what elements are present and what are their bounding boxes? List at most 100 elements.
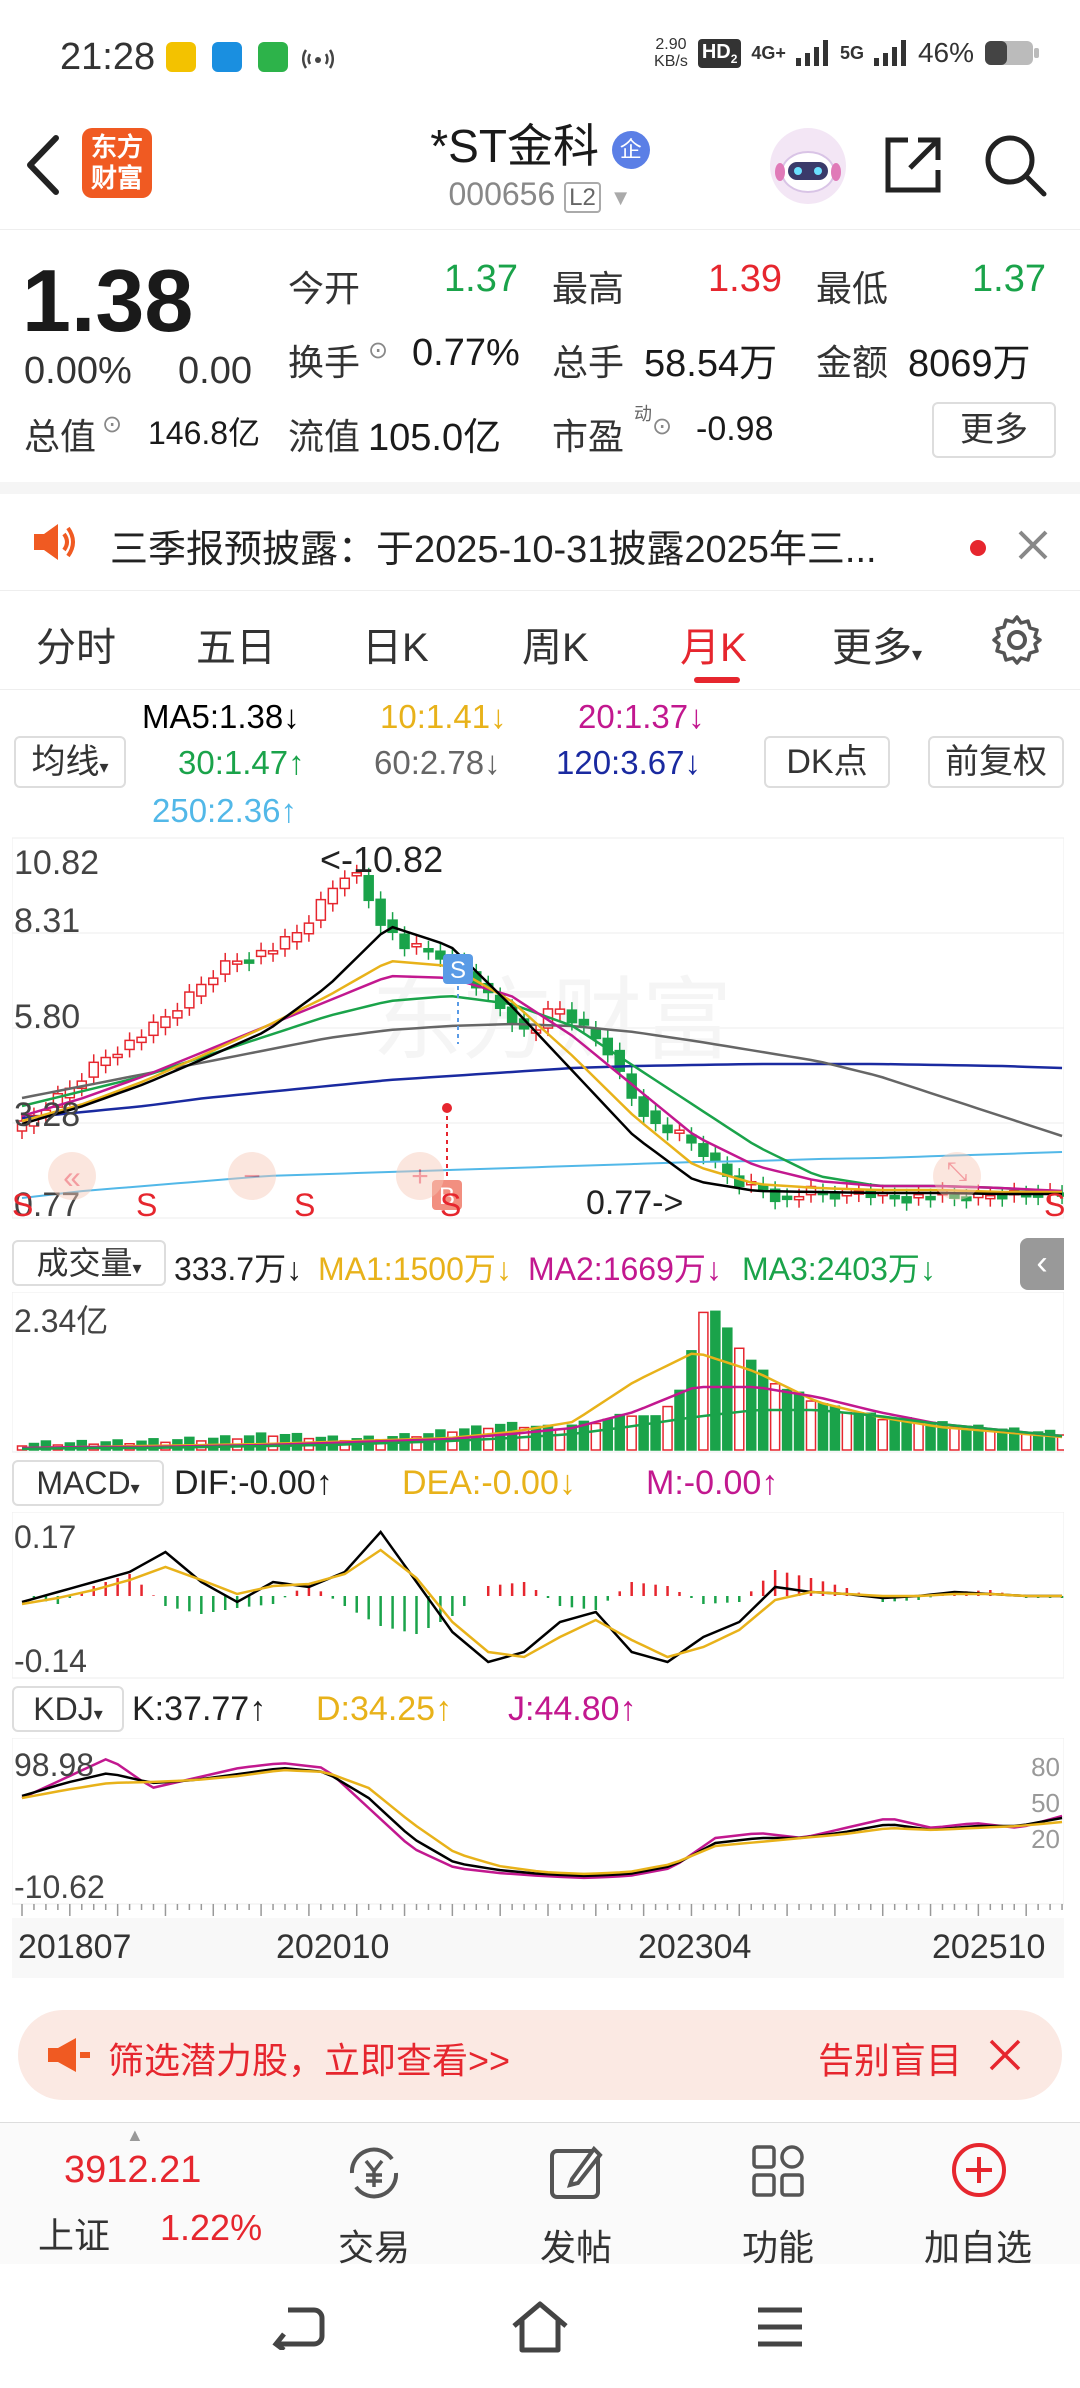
volume-bar xyxy=(889,1418,900,1451)
volume-bar xyxy=(841,1411,853,1451)
zoom-out-icon[interactable]: − xyxy=(243,1160,261,1193)
notice-text: 三季报预披露：于2025-10-31披露2025年三... xyxy=(110,529,877,571)
kdj-ref-20: 20 xyxy=(1031,1824,1060,1854)
volume-bar xyxy=(1020,1432,1032,1451)
dk-point-button[interactable]: DK点 xyxy=(764,736,890,788)
share-icon[interactable] xyxy=(880,132,946,198)
chevron-down-icon: ▾ xyxy=(912,644,923,666)
macd-dea: DEA:-0.00↓ xyxy=(402,1464,576,1502)
volume-ma3: MA3:2403万↓ xyxy=(742,1251,936,1287)
stock-header: 东方 财富 *ST金科 企 000656 L2 ▼ xyxy=(0,110,1080,230)
tab-five-day[interactable]: 五日 xyxy=(196,615,276,673)
macd-dif: DIF:-0.00↑ xyxy=(174,1464,333,1502)
candle-body xyxy=(710,1152,721,1162)
volume-bar xyxy=(590,1422,602,1451)
collapse-panel-icon[interactable]: ‹ xyxy=(1020,1238,1064,1290)
high-price-marker: <-10.82 xyxy=(320,839,443,880)
battery-icon xyxy=(985,41,1039,65)
kdj-chart[interactable]: 98.98 -10.62 80 50 20 xyxy=(12,1738,1064,1918)
price-adjust-button[interactable]: 前复权 xyxy=(928,736,1064,788)
candle-body xyxy=(196,983,207,997)
volume-bar xyxy=(722,1327,733,1451)
hd-badge: HD2 xyxy=(697,38,742,68)
indicator-select[interactable]: 均线▾ xyxy=(14,736,126,788)
system-nav-bar xyxy=(0,2264,1080,2388)
macd-chart[interactable]: 0.17 -0.14 xyxy=(12,1512,1064,1680)
candle-body xyxy=(219,960,231,975)
volume-bar xyxy=(949,1426,960,1451)
open-value: 1.37 xyxy=(444,258,518,300)
info-icon[interactable]: ⊙ xyxy=(368,336,388,365)
nav-trade[interactable]: 交易 xyxy=(304,2123,444,2268)
kdj-ref-50: 50 xyxy=(1031,1788,1060,1818)
candle-body xyxy=(399,933,410,950)
ma120-value: 120:3.67↓ xyxy=(556,744,701,781)
candle-body xyxy=(781,1195,793,1201)
info-icon[interactable]: ⊙ xyxy=(652,412,672,441)
more-quote-button[interactable]: 更多 xyxy=(932,402,1056,458)
volume-chart[interactable]: 2.34亿 xyxy=(12,1292,1064,1454)
search-icon[interactable] xyxy=(982,132,1048,198)
volume-indicator-select[interactable]: 成交量▾ xyxy=(12,1240,166,1286)
ma5-value: MA5:1.38↓ xyxy=(142,698,300,735)
macd-indicator-select[interactable]: MACD▾ xyxy=(12,1460,164,1506)
menu-icon[interactable] xyxy=(756,2304,804,2350)
tab-monthly-k[interactable]: 月K xyxy=(680,615,747,673)
kline-chart[interactable]: 东方财富 10.82 8.31 5.80 3.28 0.77 <-10.82 0… xyxy=(12,836,1064,1236)
notice-bar[interactable]: 三季报预披露：于2025-10-31披露2025年三... xyxy=(0,482,1080,582)
candle-body xyxy=(554,1008,566,1015)
candle-body xyxy=(698,1143,709,1157)
fullscreen-icon[interactable]: ⤡ xyxy=(947,1156,968,1186)
x-axis: 201807 202010 202304 202510 xyxy=(12,1918,1064,1978)
level2-badge: L2 xyxy=(564,182,601,213)
kdj-indicator-select[interactable]: KDJ▾ xyxy=(12,1686,124,1732)
net-speed: 2.90 KB/s xyxy=(654,36,688,70)
ai-assistant-icon[interactable] xyxy=(766,124,850,208)
candle-body xyxy=(112,1053,123,1059)
tab-more[interactable]: 更多▾ xyxy=(832,615,922,673)
candle-body xyxy=(88,1061,99,1078)
candle-body xyxy=(315,898,327,921)
candle-body xyxy=(423,948,434,953)
float-cap-value: 105.0亿 xyxy=(368,417,502,459)
app-notification-icon xyxy=(258,42,288,72)
kdj-y-min: -10.62 xyxy=(14,1869,105,1905)
signal-4g-icon xyxy=(795,40,828,66)
back-icon[interactable] xyxy=(270,2304,326,2350)
volume-ma1: MA1:1500万↓ xyxy=(318,1251,512,1287)
close-icon[interactable] xyxy=(1014,526,1052,564)
tab-weekly-k[interactable]: 周K xyxy=(522,615,589,673)
kdj-y-max: 98.98 xyxy=(14,1747,94,1783)
macd-legend: MACD▾ DIF:-0.00↑ DEA:-0.00↓ M:-0.00↑ xyxy=(12,1458,1064,1510)
edit-icon xyxy=(550,2145,603,2199)
volume-bar xyxy=(985,1429,996,1451)
nav-functions[interactable]: 功能 xyxy=(708,2123,848,2268)
tab-daily-k[interactable]: 日K xyxy=(362,615,429,673)
status-indicators: 2.90 KB/s HD2 4G+ 5G 46% xyxy=(654,36,1040,70)
index-ticker[interactable]: ▲ 3912.21 上证 1.22% xyxy=(0,2123,270,2265)
quote-panel: 1.38 0.00% 0.00 今开 1.37 最高 1.39 最低 1.37 … xyxy=(0,232,1080,472)
enterprise-badge: 企 xyxy=(611,130,650,169)
scroll-left-icon[interactable]: « xyxy=(63,1159,81,1195)
candle-body xyxy=(662,1124,673,1134)
candle-body xyxy=(303,922,315,935)
nav-post[interactable]: 发帖 xyxy=(506,2123,646,2268)
zoom-in-icon[interactable]: + xyxy=(411,1160,429,1193)
candle-body xyxy=(793,1195,805,1201)
volume-label: 总手 xyxy=(552,342,625,383)
low-label: 最低 xyxy=(816,268,889,309)
ma-legend: MA5:1.38↓ 10:1.41↓ 20:1.37↓ 均线▾ 30:1.47↑… xyxy=(0,690,1080,830)
close-icon[interactable] xyxy=(986,2036,1024,2074)
gear-icon[interactable] xyxy=(990,613,1044,667)
info-icon[interactable]: ⊙ xyxy=(102,410,122,439)
candle-body xyxy=(578,1018,590,1026)
kdj-j: J:44.80↑ xyxy=(508,1690,637,1728)
home-icon[interactable] xyxy=(510,2300,570,2354)
promo-banner[interactable]: 筛选潜力股，立即查看>> 告别盲目 xyxy=(18,2010,1062,2100)
tab-intraday[interactable]: 分时 xyxy=(36,615,116,673)
nav-add-watchlist[interactable]: 加自选 xyxy=(908,2123,1048,2268)
amount-value: 8069万 xyxy=(908,343,1031,385)
kdj-j-line xyxy=(21,1758,1063,1880)
svg-text:S: S xyxy=(136,1187,157,1223)
chevron-down-icon: ▾ xyxy=(99,757,109,777)
